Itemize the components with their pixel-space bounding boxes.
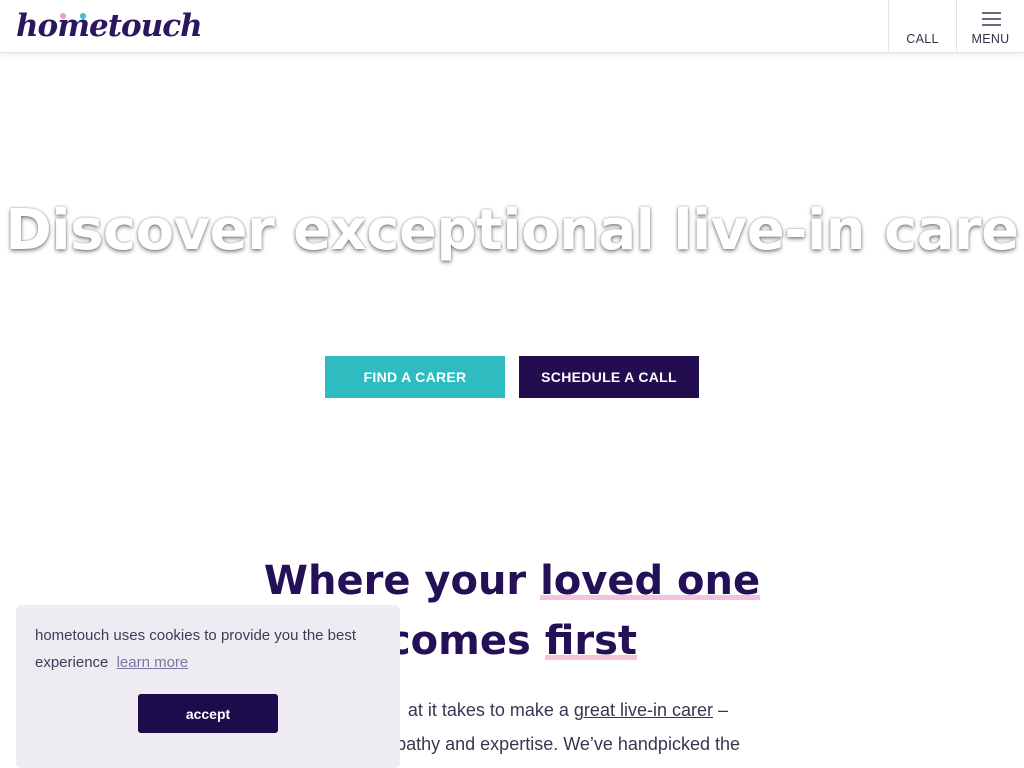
hometouch-logo[interactable]: hometouch <box>16 8 203 44</box>
hamburger-icon <box>982 12 1001 30</box>
logo-dot-teal <box>80 13 86 19</box>
cookie-accept-button[interactable]: accept <box>138 694 278 733</box>
heading-highlight: first <box>544 618 638 664</box>
call-label: CALL <box>906 32 939 46</box>
call-button[interactable]: CALL <box>888 0 956 52</box>
heading-text: comes <box>386 618 545 664</box>
menu-label: MENU <box>971 32 1010 46</box>
section-heading-line1: Where your loved one <box>262 551 762 611</box>
learn-more-link[interactable]: learn more <box>117 654 189 671</box>
find-a-carer-button[interactable]: FIND A CARER <box>325 356 505 398</box>
heading-text: Where your <box>263 558 541 604</box>
logo-text: hometouch <box>16 8 203 44</box>
cookie-banner: hometouch uses cookies to provide you th… <box>16 605 400 768</box>
menu-button[interactable]: MENU <box>956 0 1024 52</box>
paragraph-text: – <box>712 700 728 720</box>
logo-dot-pink <box>60 13 66 19</box>
heading-highlight: loved one <box>540 558 761 604</box>
cookie-message: hometouch uses cookies to provide you th… <box>35 622 385 676</box>
schedule-a-call-button[interactable]: SCHEDULE A CALL <box>519 356 699 398</box>
site-header: hometouch CALL MENU <box>0 0 1024 53</box>
hero-title: Discover exceptional live-in care <box>5 198 1019 263</box>
cookie-text: hometouch uses cookies to provide you th… <box>35 627 357 671</box>
great-live-in-carer-link[interactable]: great live-in carer <box>574 700 713 720</box>
paragraph-text: at it takes to make a <box>407 700 574 720</box>
